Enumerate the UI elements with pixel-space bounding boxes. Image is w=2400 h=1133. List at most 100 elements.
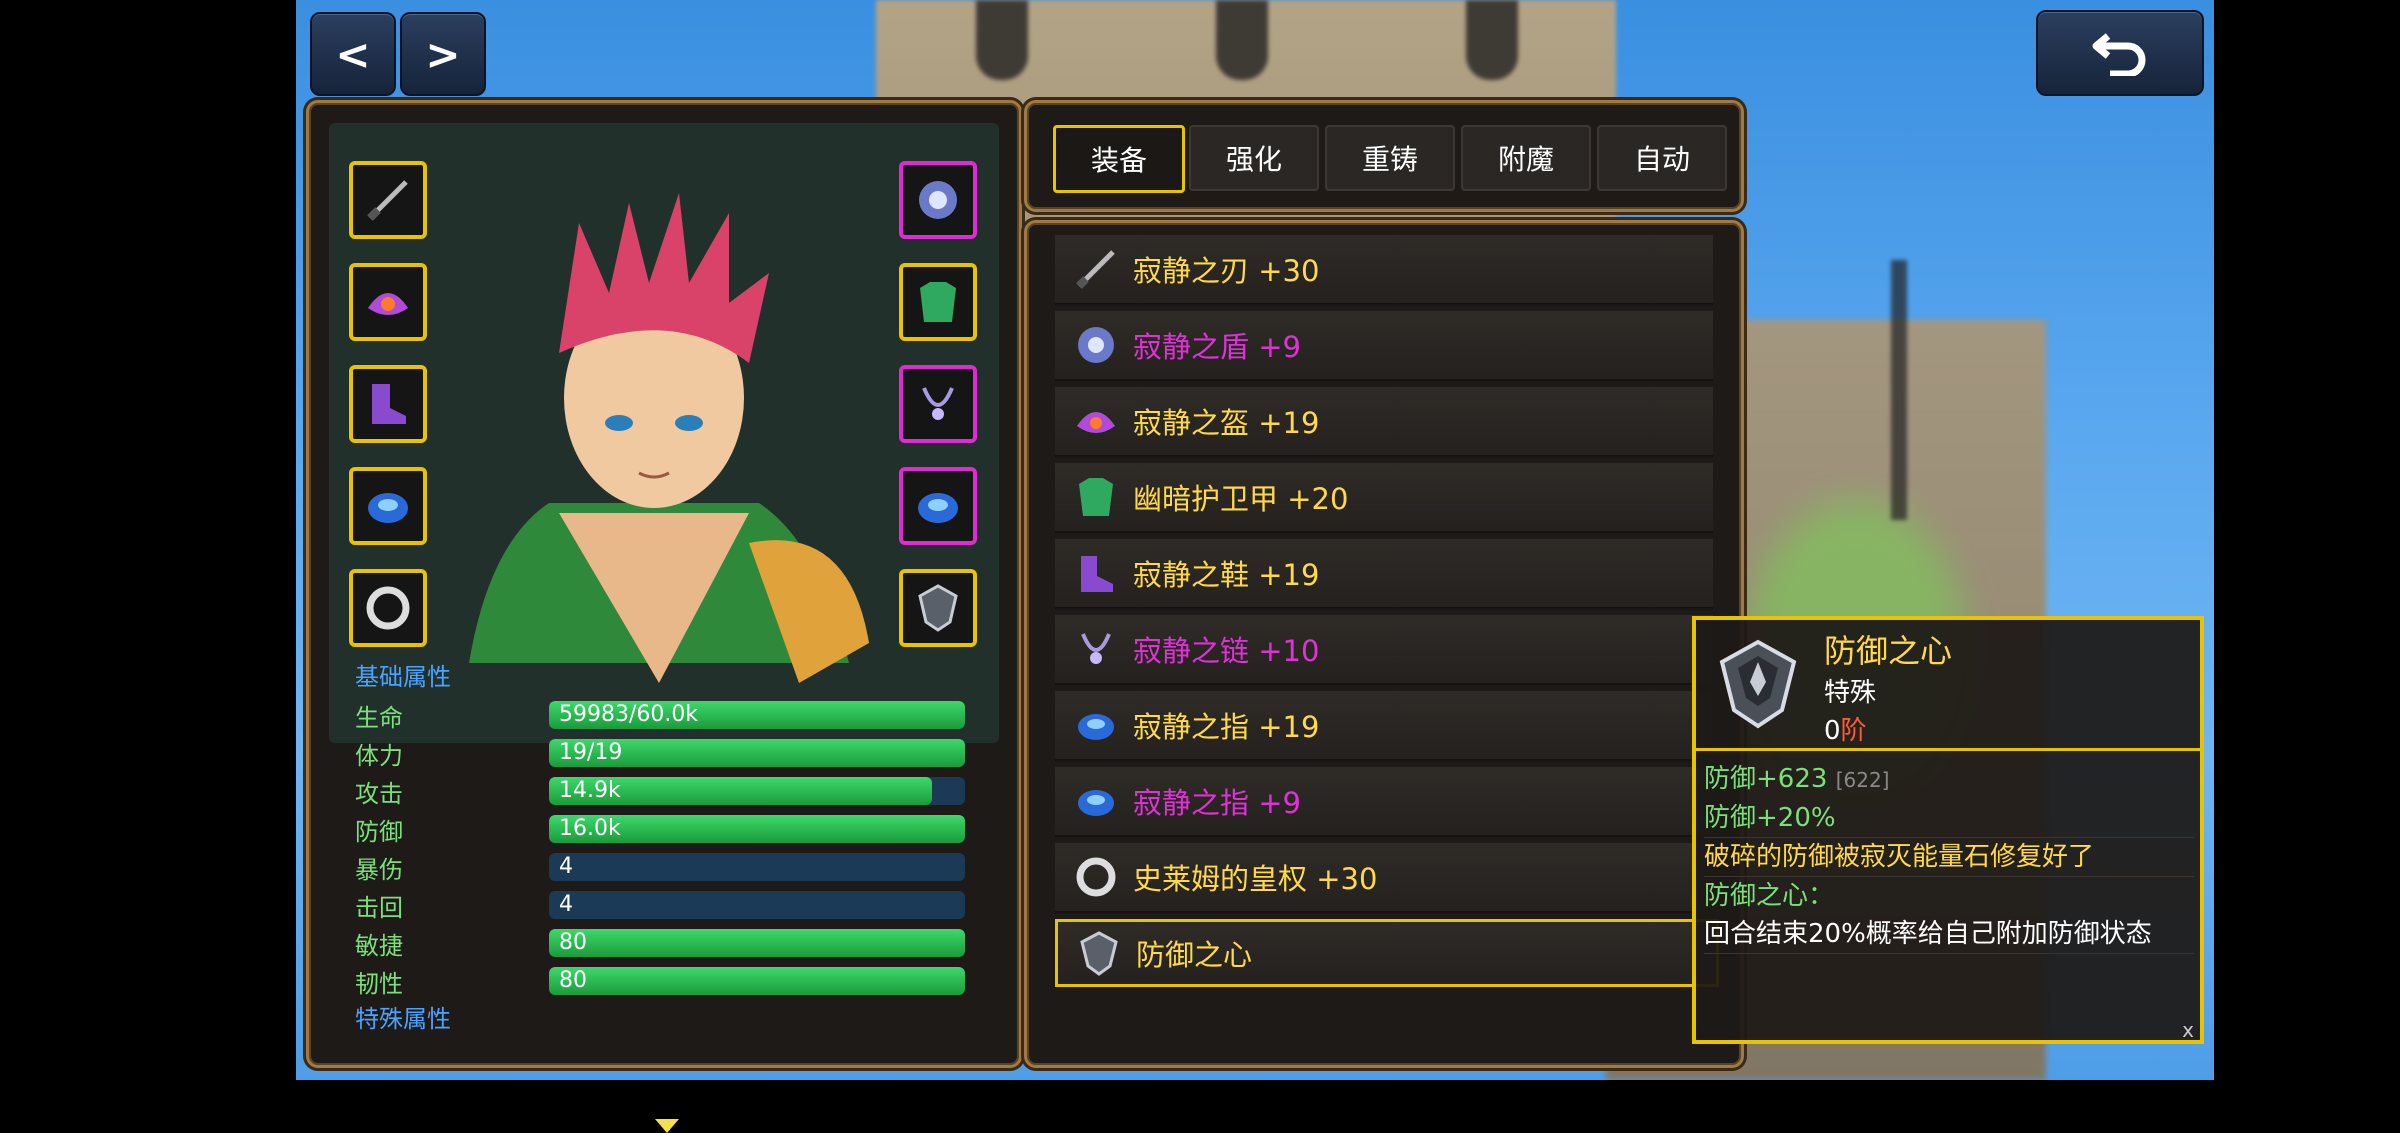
- ring-icon: [918, 493, 958, 523]
- tier-word: 阶: [1840, 716, 1867, 746]
- equip-slot-necklace[interactable]: [899, 365, 977, 443]
- special-stats-heading: 特殊属性: [355, 1005, 451, 1033]
- equip-slot-boots[interactable]: [349, 365, 427, 443]
- boots-icon: [1069, 546, 1123, 600]
- tab-reforge[interactable]: 重铸: [1325, 125, 1455, 191]
- stat-value: +623: [1756, 764, 1828, 794]
- equipment-list-item[interactable]: 防御之心: [1055, 919, 1719, 987]
- tab-equip[interactable]: 装备: [1053, 125, 1185, 193]
- stat-label: 击回: [355, 893, 403, 922]
- character-panel: 基础属性 生命 59983/60.0k 体力 19/19 攻击 14.9k 防御 16.0k 暴…: [306, 100, 1022, 1133]
- item-detail-tooltip: 防御之心 特殊 0阶 防御+623 [622] 防御+20% 破碎的防御被寂灭能…: [1692, 616, 2204, 1044]
- item-title: 寂静之指: [1133, 786, 1250, 820]
- equipment-list-item[interactable]: 寂静之鞋 +19: [1055, 539, 1713, 609]
- stat-row: 暴伤 4: [355, 848, 995, 886]
- equip-slot-special[interactable]: [899, 569, 977, 647]
- tooltip-header: 防御之心 特殊 0阶: [1696, 620, 2200, 751]
- equipment-list-item[interactable]: 寂静之指 +19: [1055, 691, 1713, 761]
- next-character-button[interactable]: >: [400, 12, 486, 96]
- base-stats-heading: 基础属性: [355, 663, 451, 691]
- item-title: 史莱姆的皇权: [1133, 862, 1308, 896]
- equipment-list-item[interactable]: 寂静之指 +9: [1055, 767, 1713, 837]
- item-title: 幽暗护卫甲: [1133, 482, 1279, 516]
- item-name: 寂静之盔 +19: [1133, 400, 1319, 442]
- stat-row: 生命 59983/60.0k: [355, 696, 995, 734]
- stat-value: 16.0k: [559, 816, 621, 841]
- item-name: 寂静之指 +19: [1133, 704, 1319, 746]
- stat-value: 80: [559, 930, 587, 955]
- item-title: 寂静之指: [1133, 710, 1250, 744]
- stat-value: +20%: [1756, 803, 1836, 833]
- equipment-list-panel: 寂静之刃 +30 寂静之盾 +9 寂静之盔 +19 幽暗护卫甲 +20 寂静之鞋 +19…: [1024, 220, 1744, 1068]
- background-bell: [1216, 0, 1268, 80]
- stat-bar: 80: [549, 967, 965, 995]
- item-level: +19: [1258, 406, 1320, 440]
- stat-bar-fill: [549, 929, 965, 957]
- item-name: 寂静之盾 +9: [1133, 324, 1301, 366]
- defense-heart-icon: [1719, 639, 1797, 729]
- equipment-list-item[interactable]: 史莱姆的皇权 +30: [1055, 843, 1713, 913]
- stat-row: 击回 4: [355, 886, 995, 924]
- shield-icon: [1069, 318, 1123, 372]
- equipment-list-item[interactable]: 幽暗护卫甲 +20: [1055, 463, 1713, 533]
- tab-enchant[interactable]: 附魔: [1461, 125, 1591, 191]
- equip-slot-shield[interactable]: [899, 161, 977, 239]
- equip-slot-ring-1[interactable]: [349, 467, 427, 545]
- equip-slot-armor[interactable]: [899, 263, 977, 341]
- sword-icon: [1069, 242, 1123, 296]
- stat-base-value: [622]: [1835, 768, 1890, 792]
- sword-icon: [367, 180, 408, 221]
- item-name: 寂静之鞋 +19: [1133, 552, 1319, 594]
- equipment-list-item[interactable]: 寂静之盾 +9: [1055, 311, 1713, 381]
- tooltip-tier: 0阶: [1824, 710, 1867, 747]
- stat-value: 19/19: [559, 740, 623, 765]
- stat-bar: 19/19: [549, 739, 965, 767]
- back-button[interactable]: [2036, 10, 2204, 96]
- item-title: 寂静之盔: [1133, 406, 1250, 440]
- equip-slot-ring-2[interactable]: [899, 467, 977, 545]
- background-lamp-post: [1891, 260, 1907, 520]
- ring-icon: [1069, 774, 1123, 828]
- boots-icon: [372, 384, 406, 424]
- equip-slot-weapon[interactable]: [349, 161, 427, 239]
- stat-label: 防御: [355, 817, 403, 846]
- item-title: 防御之心: [1136, 938, 1253, 972]
- stat-row: 敏捷 80: [355, 924, 995, 962]
- background-bell: [976, 0, 1028, 80]
- item-name: 寂静之指 +9: [1133, 780, 1301, 822]
- tab-auto[interactable]: 自动: [1597, 125, 1727, 191]
- stat-row: 体力 19/19: [355, 734, 995, 772]
- stat-label: 攻击: [355, 779, 403, 808]
- item-name: 寂静之刃 +30: [1133, 248, 1319, 290]
- equip-slot-helmet[interactable]: [349, 263, 427, 341]
- stat-label: 生命: [355, 703, 403, 732]
- close-tooltip-button[interactable]: x: [2182, 1018, 2194, 1042]
- slime-ring-icon: [1069, 850, 1123, 904]
- tooltip-description: 破碎的防御被寂灭能量石修复好了: [1704, 838, 2194, 877]
- stat-row: 韧性 80: [355, 962, 995, 1000]
- scroll-down-arrow-icon[interactable]: [655, 1119, 679, 1133]
- equipment-list-item[interactable]: 寂静之刃 +30: [1055, 235, 1713, 305]
- tab-enhance[interactable]: 强化: [1189, 125, 1319, 191]
- stat-bar: 4: [549, 853, 965, 881]
- item-title: 寂静之盾: [1133, 330, 1250, 364]
- equipment-list-item[interactable]: 寂静之盔 +19: [1055, 387, 1713, 457]
- stat-value: 4: [559, 892, 573, 917]
- ring-icon: [1069, 698, 1123, 752]
- stat-bar: 80: [549, 929, 965, 957]
- item-level: +19: [1258, 710, 1320, 744]
- stat-row: 防御 16.0k: [355, 810, 995, 848]
- item-level: +10: [1258, 634, 1320, 668]
- item-title: 寂静之鞋: [1133, 558, 1250, 592]
- equipment-list-item[interactable]: 寂静之链 +10: [1055, 615, 1713, 685]
- background-bell: [1466, 0, 1518, 80]
- equip-slot-accessory[interactable]: [349, 569, 427, 647]
- prev-character-button[interactable]: <: [310, 12, 396, 96]
- item-level: +30: [1316, 862, 1378, 896]
- stat-bar: 14.9k: [549, 777, 965, 805]
- item-level: +19: [1258, 558, 1320, 592]
- stat-row: 攻击 14.9k: [355, 772, 995, 810]
- tab-bar: 装备 强化 重铸 附魔 自动: [1024, 100, 1744, 212]
- stat-label: 防御: [1704, 803, 1757, 833]
- stat-label: 体力: [355, 741, 403, 770]
